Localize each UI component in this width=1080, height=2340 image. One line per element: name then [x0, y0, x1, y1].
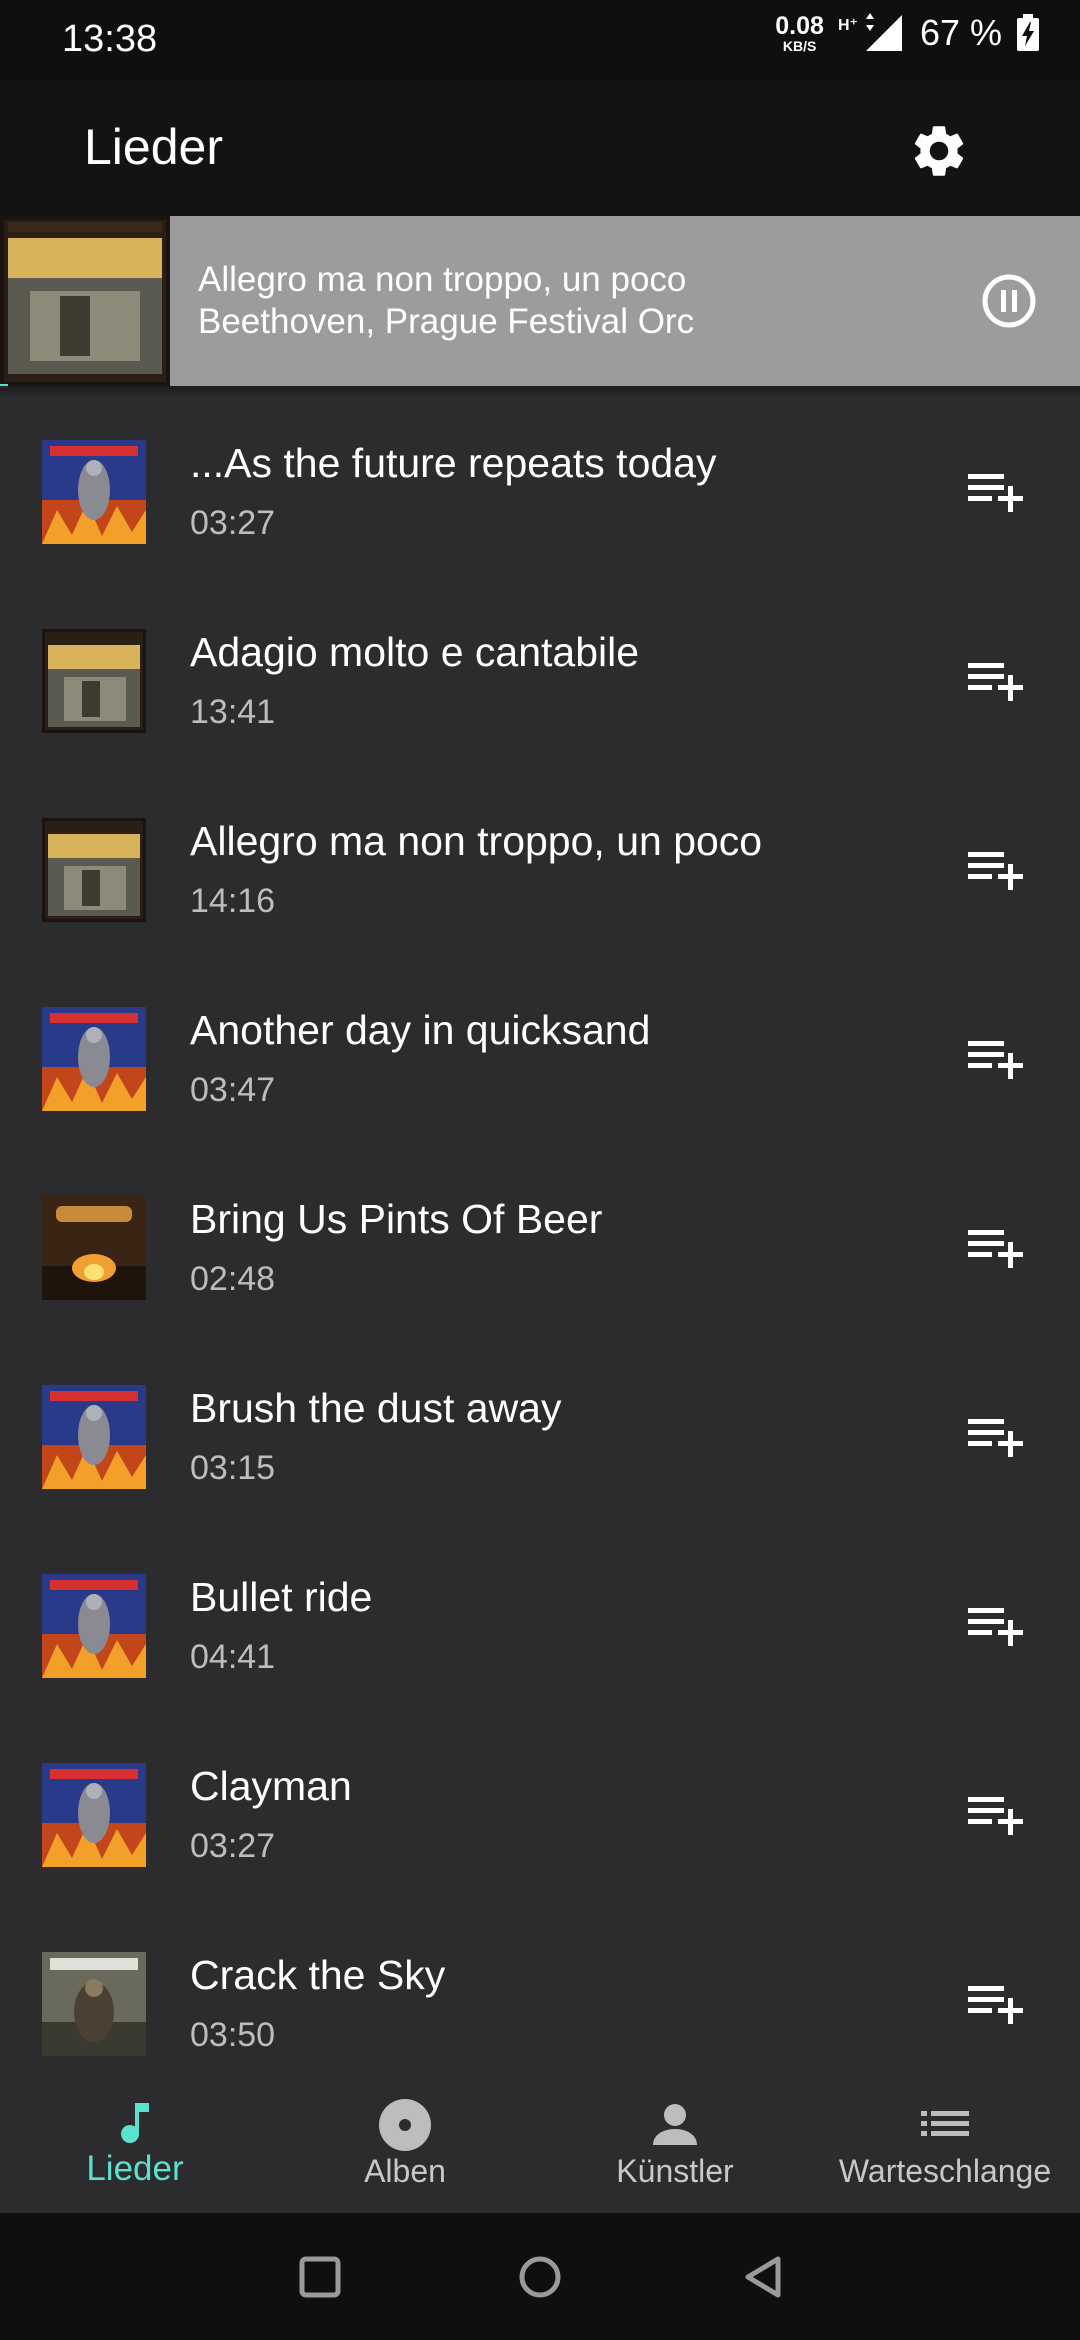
song-row[interactable]: Crack the Sky 03:50 — [0, 1910, 1080, 2099]
add-to-queue-icon[interactable] — [968, 1606, 1024, 1646]
add-to-queue-icon[interactable] — [968, 661, 1024, 701]
album-cover — [42, 1763, 146, 1867]
add-to-queue-icon[interactable] — [968, 1417, 1024, 1457]
nav-item-alben[interactable]: Alben — [270, 2083, 540, 2213]
song-title: Adagio molto e cantabile — [190, 629, 640, 675]
nav-item-kuenstler[interactable]: Künstler — [540, 2083, 810, 2213]
add-to-queue-icon[interactable] — [968, 1984, 1024, 2024]
song-duration: 03:15 — [190, 1449, 276, 1487]
disc-icon — [379, 2099, 431, 2151]
page-title: Lieder — [84, 119, 223, 175]
add-to-queue-icon[interactable] — [968, 1795, 1024, 1835]
status-time: 13:38 — [62, 18, 158, 60]
music-note-icon — [121, 2103, 149, 2143]
song-title: Bullet ride — [190, 1574, 373, 1620]
bottom-navigation: Lieder Alben Künstler Warteschlange — [0, 2083, 1080, 2213]
network-speed: 0.08 KB/S — [775, 11, 824, 54]
song-row[interactable]: Adagio molto e cantabile 13:41 — [0, 587, 1080, 776]
app-bar: Lieder — [0, 80, 1080, 216]
song-duration: 03:27 — [190, 1827, 276, 1865]
pause-circle-icon[interactable] — [974, 266, 1044, 336]
song-title: Allegro ma non troppo, un poco — [190, 818, 763, 864]
song-row[interactable]: Bring Us Pints Of Beer 02:48 — [0, 1154, 1080, 1343]
system-navigation-bar — [0, 2213, 1080, 2340]
album-cover — [42, 818, 146, 922]
now-playing-bar[interactable]: Allegro ma non troppo, un poco Beethoven… — [0, 216, 1080, 388]
battery-percentage: 67 % — [919, 12, 1002, 53]
album-cover — [42, 1385, 146, 1489]
gear-icon[interactable] — [908, 120, 970, 182]
song-title: ...As the future repeats today — [190, 440, 717, 486]
song-row[interactable]: Bullet ride 04:41 — [0, 1532, 1080, 1721]
network-type: H⁺ — [837, 17, 858, 34]
album-cover — [42, 629, 146, 733]
nav-label: Warteschlange — [838, 2153, 1052, 2189]
song-duration: 03:50 — [190, 2016, 276, 2054]
nav-label: Alben — [364, 2153, 446, 2189]
song-title: Clayman — [190, 1763, 352, 1809]
add-to-queue-icon[interactable] — [968, 1039, 1024, 1079]
person-icon — [653, 2104, 697, 2145]
song-row[interactable]: Another day in quicksand 03:47 — [0, 965, 1080, 1154]
song-duration: 14:16 — [190, 882, 276, 920]
song-row[interactable]: Brush the dust away 03:15 — [0, 1343, 1080, 1532]
song-duration: 13:41 — [190, 693, 276, 731]
song-title: Brush the dust away — [190, 1385, 562, 1431]
add-to-queue-icon[interactable] — [968, 1228, 1024, 1268]
album-cover — [42, 1196, 146, 1300]
status-icons: 0.08 KB/S H⁺ 67 % — [775, 12, 1040, 54]
song-duration: 02:48 — [190, 1260, 276, 1298]
add-to-queue-icon[interactable] — [968, 472, 1024, 512]
nav-item-lieder[interactable]: Lieder — [0, 2083, 270, 2213]
song-duration: 04:41 — [190, 1638, 276, 1676]
back-icon[interactable] — [736, 2249, 792, 2305]
album-cover — [42, 1952, 146, 2056]
signal-icon — [865, 13, 902, 51]
recents-icon[interactable] — [292, 2249, 348, 2305]
status-bar: 13:38 0.08 KB/S H⁺ 67 % — [0, 0, 1080, 80]
battery-icon — [1017, 14, 1039, 51]
nav-label: Künstler — [616, 2153, 734, 2189]
nav-item-warteschlange[interactable]: Warteschlange — [810, 2083, 1080, 2213]
nav-label: Lieder — [86, 2149, 184, 2188]
now-playing-title: Allegro ma non troppo, un poco — [198, 260, 687, 299]
song-title: Crack the Sky — [190, 1952, 446, 1998]
song-row[interactable]: Allegro ma non troppo, un poco 14:16 — [0, 776, 1080, 965]
album-cover — [42, 1574, 146, 1678]
now-playing-artist: Beethoven, Prague Festival Orc — [198, 302, 695, 341]
add-to-queue-icon[interactable] — [968, 850, 1024, 890]
home-icon[interactable] — [512, 2249, 568, 2305]
queue-list-icon — [921, 2111, 969, 2136]
song-duration: 03:47 — [190, 1071, 276, 1109]
song-title: Another day in quicksand — [190, 1007, 651, 1053]
song-row[interactable]: Clayman 03:27 — [0, 1721, 1080, 1910]
album-cover — [42, 440, 146, 544]
album-cover — [0, 216, 170, 386]
album-cover — [42, 1007, 146, 1111]
song-row[interactable]: ...As the future repeats today 03:27 — [0, 398, 1080, 587]
song-list: ...As the future repeats today 03:27 Adagi… — [0, 398, 1080, 2099]
song-duration: 03:27 — [190, 504, 276, 542]
song-title: Bring Us Pints Of Beer — [190, 1196, 603, 1242]
